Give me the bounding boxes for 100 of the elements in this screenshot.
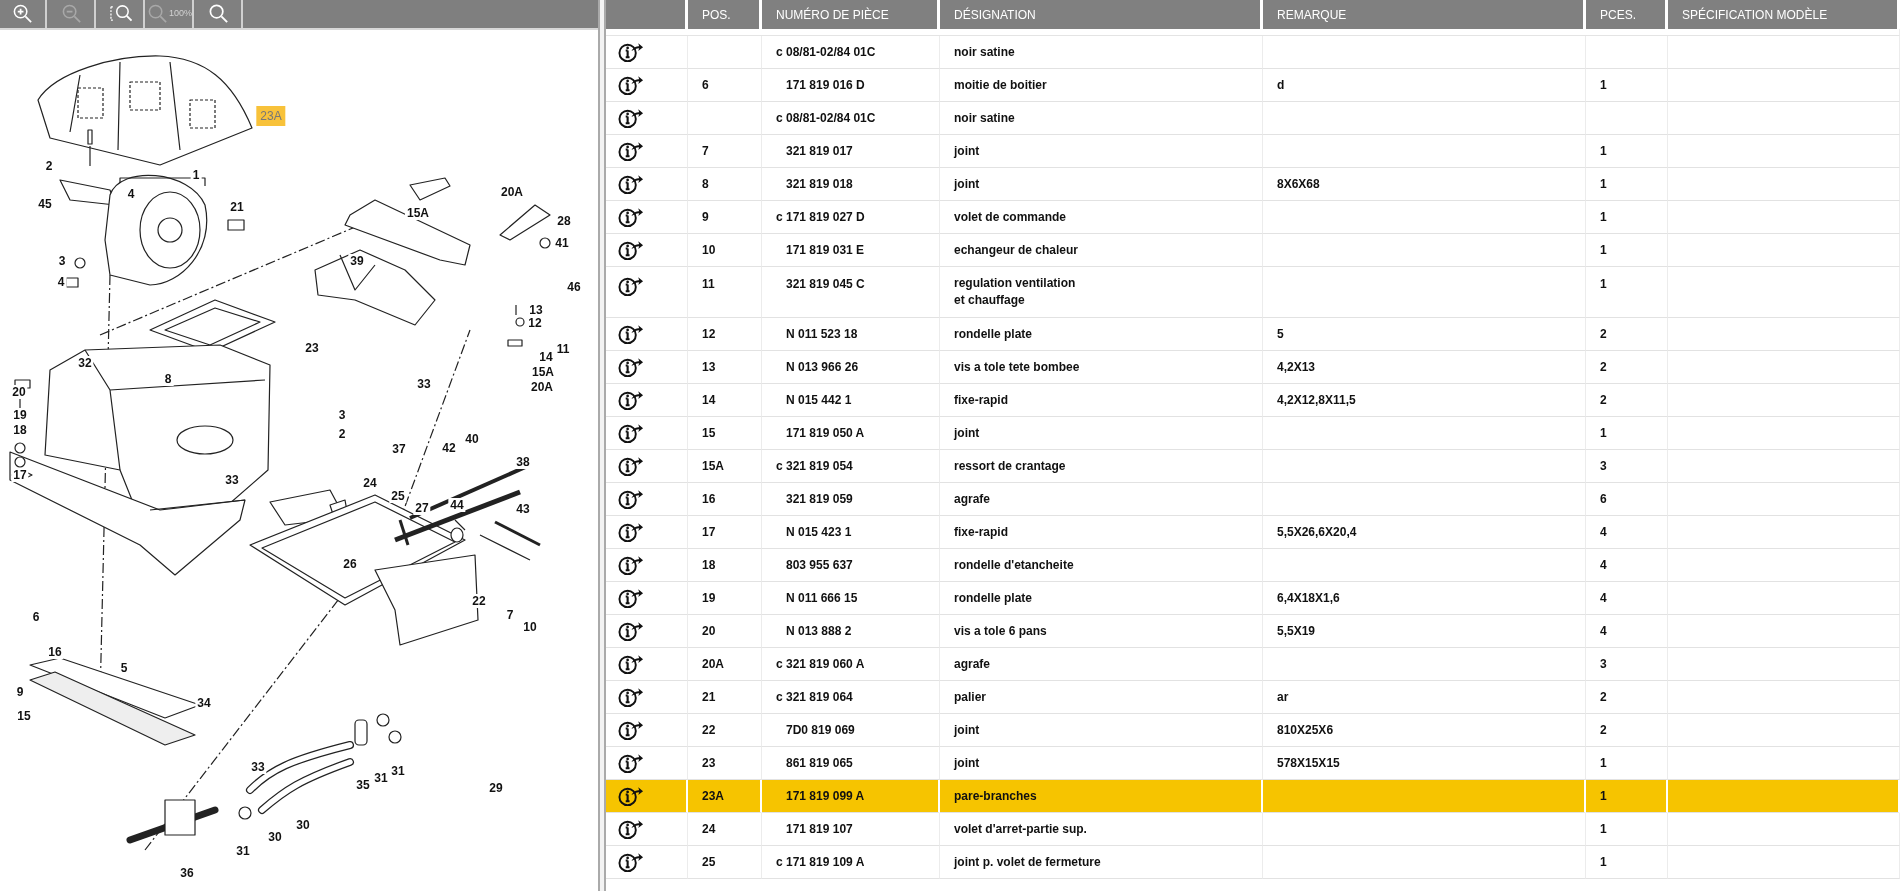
table-row[interactable]: 11 321 819 045 C regulation ventilation et chauffage 1 [606,267,1900,318]
callout-label[interactable]: 33 [223,473,241,487]
callout-label[interactable]: 40 [463,432,481,446]
info-arrow-icon[interactable] [618,389,644,411]
info-arrow-icon[interactable] [618,620,644,642]
callout-label[interactable]: 30 [294,818,312,832]
callout-label[interactable]: 2 [43,159,55,173]
table-row[interactable]: 15 171 819 050 A joint 1 [606,417,1900,450]
callout-label[interactable]: 20 [10,385,28,399]
callout-label[interactable]: 10 [521,620,539,634]
callout-label[interactable]: 15A [530,365,556,379]
info-arrow-icon[interactable] [618,818,644,840]
callout-label[interactable]: 30 [266,830,284,844]
table-row[interactable]: 25 c 171 819 109 A joint p. volet de fermeture 1 [606,846,1900,879]
table-row[interactable]: 8 321 819 018 joint 8X6X68 1 [606,168,1900,201]
info-arrow-icon[interactable] [618,140,644,162]
callout-label[interactable]: 3 [56,254,68,268]
table-row[interactable]: 15A c 321 819 054 ressort de crantage 3 [606,450,1900,483]
callout-label[interactable]: 1 [190,168,202,182]
callout-label[interactable]: 35 [354,778,372,792]
info-arrow-icon[interactable] [618,323,644,345]
callout-label[interactable]: 33 [249,760,267,774]
table-row[interactable]: 17 N 015 423 1 fixe-rapid 5,5X26,6X20,4 4 [606,516,1900,549]
callout-label[interactable]: 34 [195,696,213,710]
callout-label[interactable]: 28 [555,214,573,228]
info-arrow-icon[interactable] [618,275,644,297]
callout-label[interactable]: 44 [448,498,466,512]
info-arrow-icon[interactable] [618,107,644,129]
callout-label[interactable]: 42 [440,441,458,455]
callout-label[interactable]: 4 [125,187,137,201]
table-row[interactable]: 16 321 819 059 agrafe 6 [606,483,1900,516]
callout-label[interactable]: 41 [553,236,571,250]
callout-label[interactable]: 26 [341,557,359,571]
callout-label[interactable]: 29 [487,781,505,795]
table-row[interactable]: 6 171 819 016 D moitie de boitier d 1 [606,69,1900,102]
callout-label[interactable]: 24 [361,476,379,490]
callout-label[interactable]: 5 [118,661,130,675]
table-row[interactable]: 22 7D0 819 069 joint 810X25X6 2 [606,714,1900,747]
callout-label[interactable]: 33 [415,377,433,391]
table-row[interactable]: 7 321 819 017 joint 1 [606,135,1900,168]
callout-label[interactable]: 45 [36,197,54,211]
table-row[interactable]: 10 171 819 031 E echangeur de chaleur 1 [606,234,1900,267]
callout-label[interactable]: 15A [405,206,431,220]
table-row[interactable]: 20A c 321 819 060 A agrafe 3 [606,648,1900,681]
callout-label[interactable]: 25 [389,489,407,503]
callout-label[interactable]: 23 [303,341,321,355]
table-row[interactable]: 9 c 171 819 027 D volet de commande 1 [606,201,1900,234]
info-arrow-icon[interactable] [618,41,644,63]
callout-label[interactable]: 4 [55,275,67,289]
callout-label[interactable]: 13 [527,303,545,317]
callout-label[interactable]: 9 [14,685,26,699]
table-row[interactable]: 19 N 011 666 15 rondelle plate 6,4X18X1,6 4 [606,582,1900,615]
callout-label[interactable]: 43 [514,502,532,516]
callout-label[interactable]: 36 [178,866,196,880]
callout-label[interactable]: 18 [11,423,29,437]
callout-label[interactable]: 32 [76,356,94,370]
callout-label[interactable]: 27 [413,501,431,515]
callout-label[interactable]: 38 [514,455,532,469]
table-row[interactable]: 18 803 955 637 rondelle d'etancheite 4 [606,549,1900,582]
callout-label[interactable]: 20A [529,380,555,394]
callout-label[interactable]: 46 [565,280,583,294]
callout-label[interactable]: 22 [470,594,488,608]
callout-label[interactable]: 11 [554,342,572,356]
callout-label[interactable]: 37 [390,442,408,456]
table-row[interactable]: 20 N 013 888 2 vis a tole 6 pans 5,5X19 4 [606,615,1900,648]
table-row[interactable]: c 08/81-02/84 01C noir satine [606,102,1900,135]
callout-label[interactable]: 3 [336,408,348,422]
callout-label[interactable]: 2 [336,427,348,441]
info-arrow-icon[interactable] [618,488,644,510]
info-arrow-icon[interactable] [618,239,644,261]
table-row[interactable]: c 08/81-02/84 01C noir satine [606,36,1900,69]
callout-label[interactable]: 39 [348,254,366,268]
callout-label[interactable]: 8 [162,372,174,386]
info-arrow-icon[interactable] [618,173,644,195]
callout-label[interactable]: 21 [228,200,246,214]
callout-label[interactable]: 15 [15,709,33,723]
info-arrow-icon[interactable] [618,653,644,675]
callout-label[interactable]: 7 [504,608,516,622]
info-arrow-icon[interactable] [618,752,644,774]
callout-label[interactable]: 16 [46,645,64,659]
info-arrow-icon[interactable] [618,74,644,96]
callout-label[interactable]: 12 [526,316,544,330]
table-row[interactable]: 12 N 011 523 18 rondelle plate 5 2 [606,318,1900,351]
table-row[interactable]: 14 N 015 442 1 fixe-rapid 4,2X12,8X11,5 2 [606,384,1900,417]
info-arrow-icon[interactable] [618,455,644,477]
info-arrow-icon[interactable] [618,851,644,873]
info-arrow-icon[interactable] [618,587,644,609]
table-row[interactable]: 23A 171 819 099 A pare-branches 1 [606,780,1900,813]
table-row[interactable]: 24 171 819 107 volet d'arret-partie sup. 1 [606,813,1900,846]
table-row[interactable]: 13 N 013 966 26 vis a tole tete bombee 4,2X13 2 [606,351,1900,384]
callout-label[interactable]: 31 [234,844,252,858]
info-arrow-icon[interactable] [618,521,644,543]
callout-label[interactable]: 6 [30,610,42,624]
callout-label[interactable]: 31 [389,764,407,778]
callout-label[interactable]: 19 [11,408,29,422]
info-arrow-icon[interactable] [618,206,644,228]
table-row[interactable]: 21 c 321 819 064 palier ar 2 [606,681,1900,714]
info-arrow-icon[interactable] [618,356,644,378]
info-arrow-icon[interactable] [618,422,644,444]
info-arrow-icon[interactable] [618,554,644,576]
